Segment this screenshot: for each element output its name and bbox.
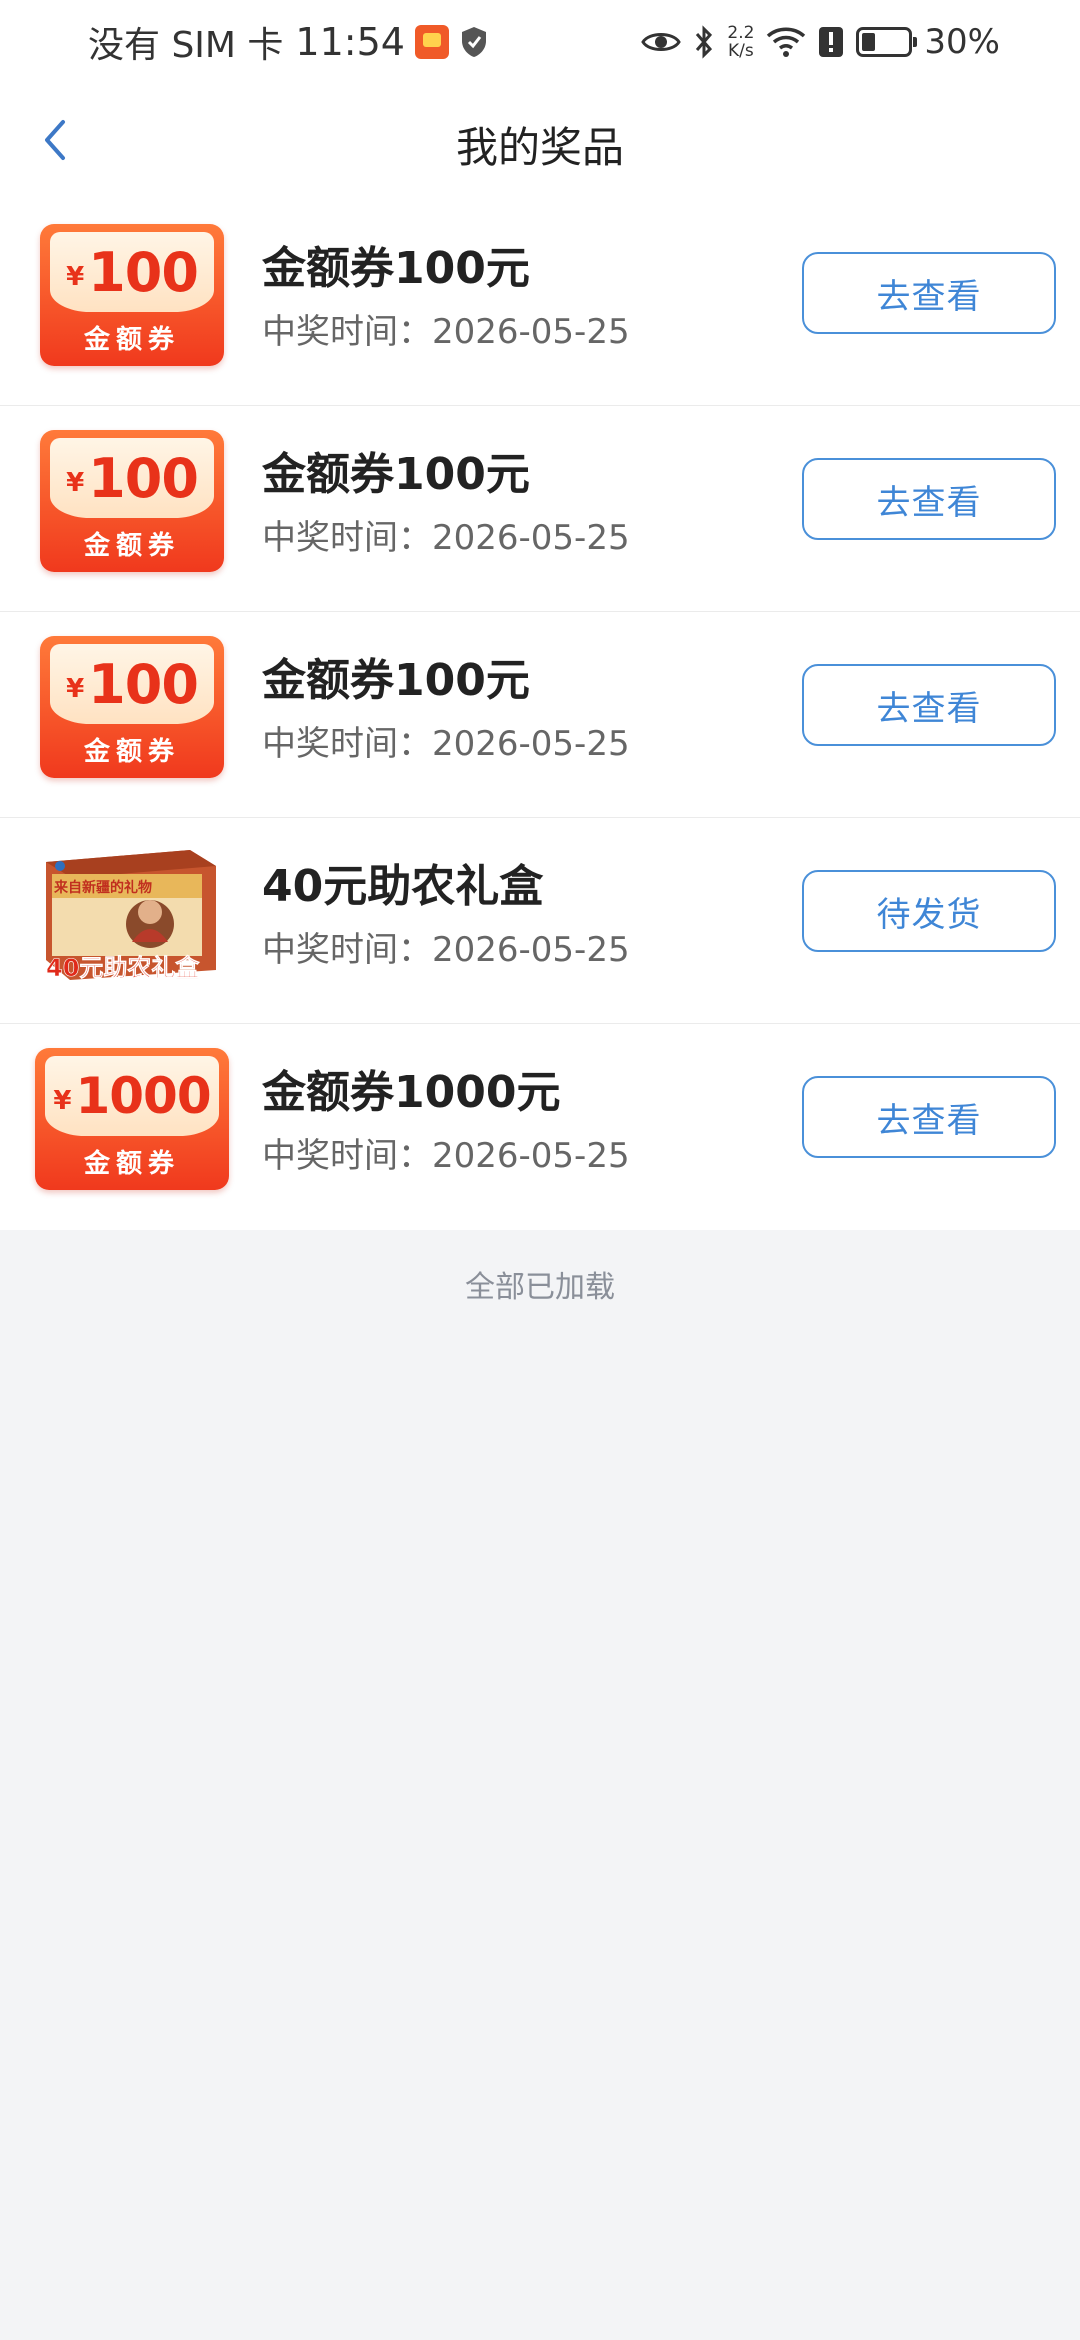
prize-thumbnail: ¥ 1000 金额券 xyxy=(35,1048,229,1190)
coupon-amount: 100 xyxy=(88,240,199,304)
coupon-yen-symbol: ¥ xyxy=(66,674,85,704)
battery-icon xyxy=(856,27,918,57)
win-time-label: 中奖时间： xyxy=(262,724,432,764)
wifi-icon xyxy=(767,27,806,57)
view-button[interactable]: 去查看 xyxy=(802,664,1056,746)
prize-title: 金额券100元 xyxy=(262,655,530,706)
prize-win-time: 中奖时间：2026-05-25 xyxy=(262,716,630,765)
bluetooth-icon xyxy=(696,25,713,59)
screen: 没有 SIM 卡 11:54 2.2 K/s 30% 我的奖品 ¥ 100 金额… xyxy=(0,0,1080,2340)
battery-percent: 30% xyxy=(924,22,1000,62)
prize-row: ¥ 100 金额券 金额券100元 中奖时间：2026-05-25 去查看 xyxy=(0,200,1080,406)
clock: 11:54 xyxy=(295,20,405,64)
coupon-image: ¥ 100 金额券 xyxy=(40,224,224,366)
prize-list: ¥ 100 金额券 金额券100元 中奖时间：2026-05-25 去查看 ¥ … xyxy=(0,200,1080,1230)
coupon-yen-symbol: ¥ xyxy=(66,262,85,292)
page-title: 我的奖品 xyxy=(455,123,624,172)
prize-thumbnail: ¥ 100 金额券 xyxy=(40,224,224,366)
coupon-image: ¥ 1000 金额券 xyxy=(35,1048,229,1190)
box-header-text: 来自新疆的礼物 xyxy=(53,879,152,896)
coupon-image: ¥ 100 金额券 xyxy=(40,430,224,572)
win-time-label: 中奖时间： xyxy=(262,312,432,352)
eye-icon xyxy=(641,33,682,51)
net-speed-value: 2.2 xyxy=(727,23,755,43)
status-left: 没有 SIM 卡 11:54 xyxy=(88,18,489,66)
win-time-label: 中奖时间： xyxy=(262,1136,432,1176)
coupon-label: 金额券 xyxy=(83,1149,180,1179)
coupon-label: 金额券 xyxy=(83,531,180,561)
prize-title: 金额券100元 xyxy=(262,449,530,500)
win-time-date: 2026-05-25 xyxy=(432,518,630,558)
net-speed-unit: K/s xyxy=(728,41,754,61)
coupon-amount: 1000 xyxy=(75,1067,211,1125)
prize-row: ¥ 100 金额券 金额券100元 中奖时间：2026-05-25 去查看 xyxy=(0,612,1080,818)
prize-thumbnail: ¥ 100 金额券 xyxy=(40,430,224,572)
all-loaded-text: 全部已加载 xyxy=(465,1270,615,1305)
view-button[interactable]: 去查看 xyxy=(802,252,1056,334)
win-time-date: 2026-05-25 xyxy=(432,312,630,352)
coupon-label: 金额券 xyxy=(83,325,180,355)
coupon-amount: 100 xyxy=(88,652,199,716)
prize-row: 来自新疆的礼物 40元助农礼盒 40元助农礼盒 中奖时间：2026-05-25 … xyxy=(0,818,1080,1024)
prize-title: 金额券100元 xyxy=(262,243,530,294)
view-button[interactable]: 去查看 xyxy=(802,458,1056,540)
win-time-label: 中奖时间： xyxy=(262,518,432,558)
view-button[interactable]: 去查看 xyxy=(802,1076,1056,1158)
prize-thumbnail: ¥ 100 金额券 xyxy=(40,636,224,778)
alert-icon xyxy=(819,27,844,57)
status-right: 2.2 K/s 30% xyxy=(641,14,1000,70)
net-speed: 2.2 K/s xyxy=(727,24,754,60)
prize-win-time: 中奖时间：2026-05-25 xyxy=(262,922,630,971)
prize-win-time: 中奖时间：2026-05-25 xyxy=(262,304,630,353)
gift-box-image: 来自新疆的礼物 40元助农礼盒 xyxy=(46,850,216,982)
win-time-date: 2026-05-25 xyxy=(432,724,630,764)
prize-thumbnail: 来自新疆的礼物 40元助农礼盒 xyxy=(40,842,224,984)
box-caption-text: 40元助农礼盒 xyxy=(46,954,200,982)
pending-shipment-button[interactable]: 待发货 xyxy=(802,870,1056,952)
status-bar: 没有 SIM 卡 11:54 2.2 K/s 30% xyxy=(0,0,1080,84)
prize-title: 40元助农礼盒 xyxy=(262,861,544,912)
prize-title: 金额券1000元 xyxy=(262,1067,561,1118)
win-time-date: 2026-05-25 xyxy=(432,1136,630,1176)
coupon-amount: 100 xyxy=(88,446,199,510)
prize-row: ¥ 100 金额券 金额券100元 中奖时间：2026-05-25 去查看 xyxy=(0,406,1080,612)
nav-bar: 我的奖品 xyxy=(0,84,1080,200)
prize-win-time: 中奖时间：2026-05-25 xyxy=(262,1128,630,1177)
app-notification-icon xyxy=(414,25,449,59)
shield-icon xyxy=(461,27,486,57)
coupon-image: ¥ 100 金额券 xyxy=(40,636,224,778)
win-time-label: 中奖时间： xyxy=(262,930,432,970)
prize-row: ¥ 1000 金额券 金额券1000元 中奖时间：2026-05-25 去查看 xyxy=(0,1024,1080,1230)
prize-win-time: 中奖时间：2026-05-25 xyxy=(262,510,630,559)
coupon-yen-symbol: ¥ xyxy=(53,1086,72,1116)
sim-status: 没有 SIM 卡 xyxy=(88,25,284,66)
coupon-yen-symbol: ¥ xyxy=(66,468,85,498)
coupon-label: 金额券 xyxy=(83,737,180,767)
win-time-date: 2026-05-25 xyxy=(432,930,630,970)
